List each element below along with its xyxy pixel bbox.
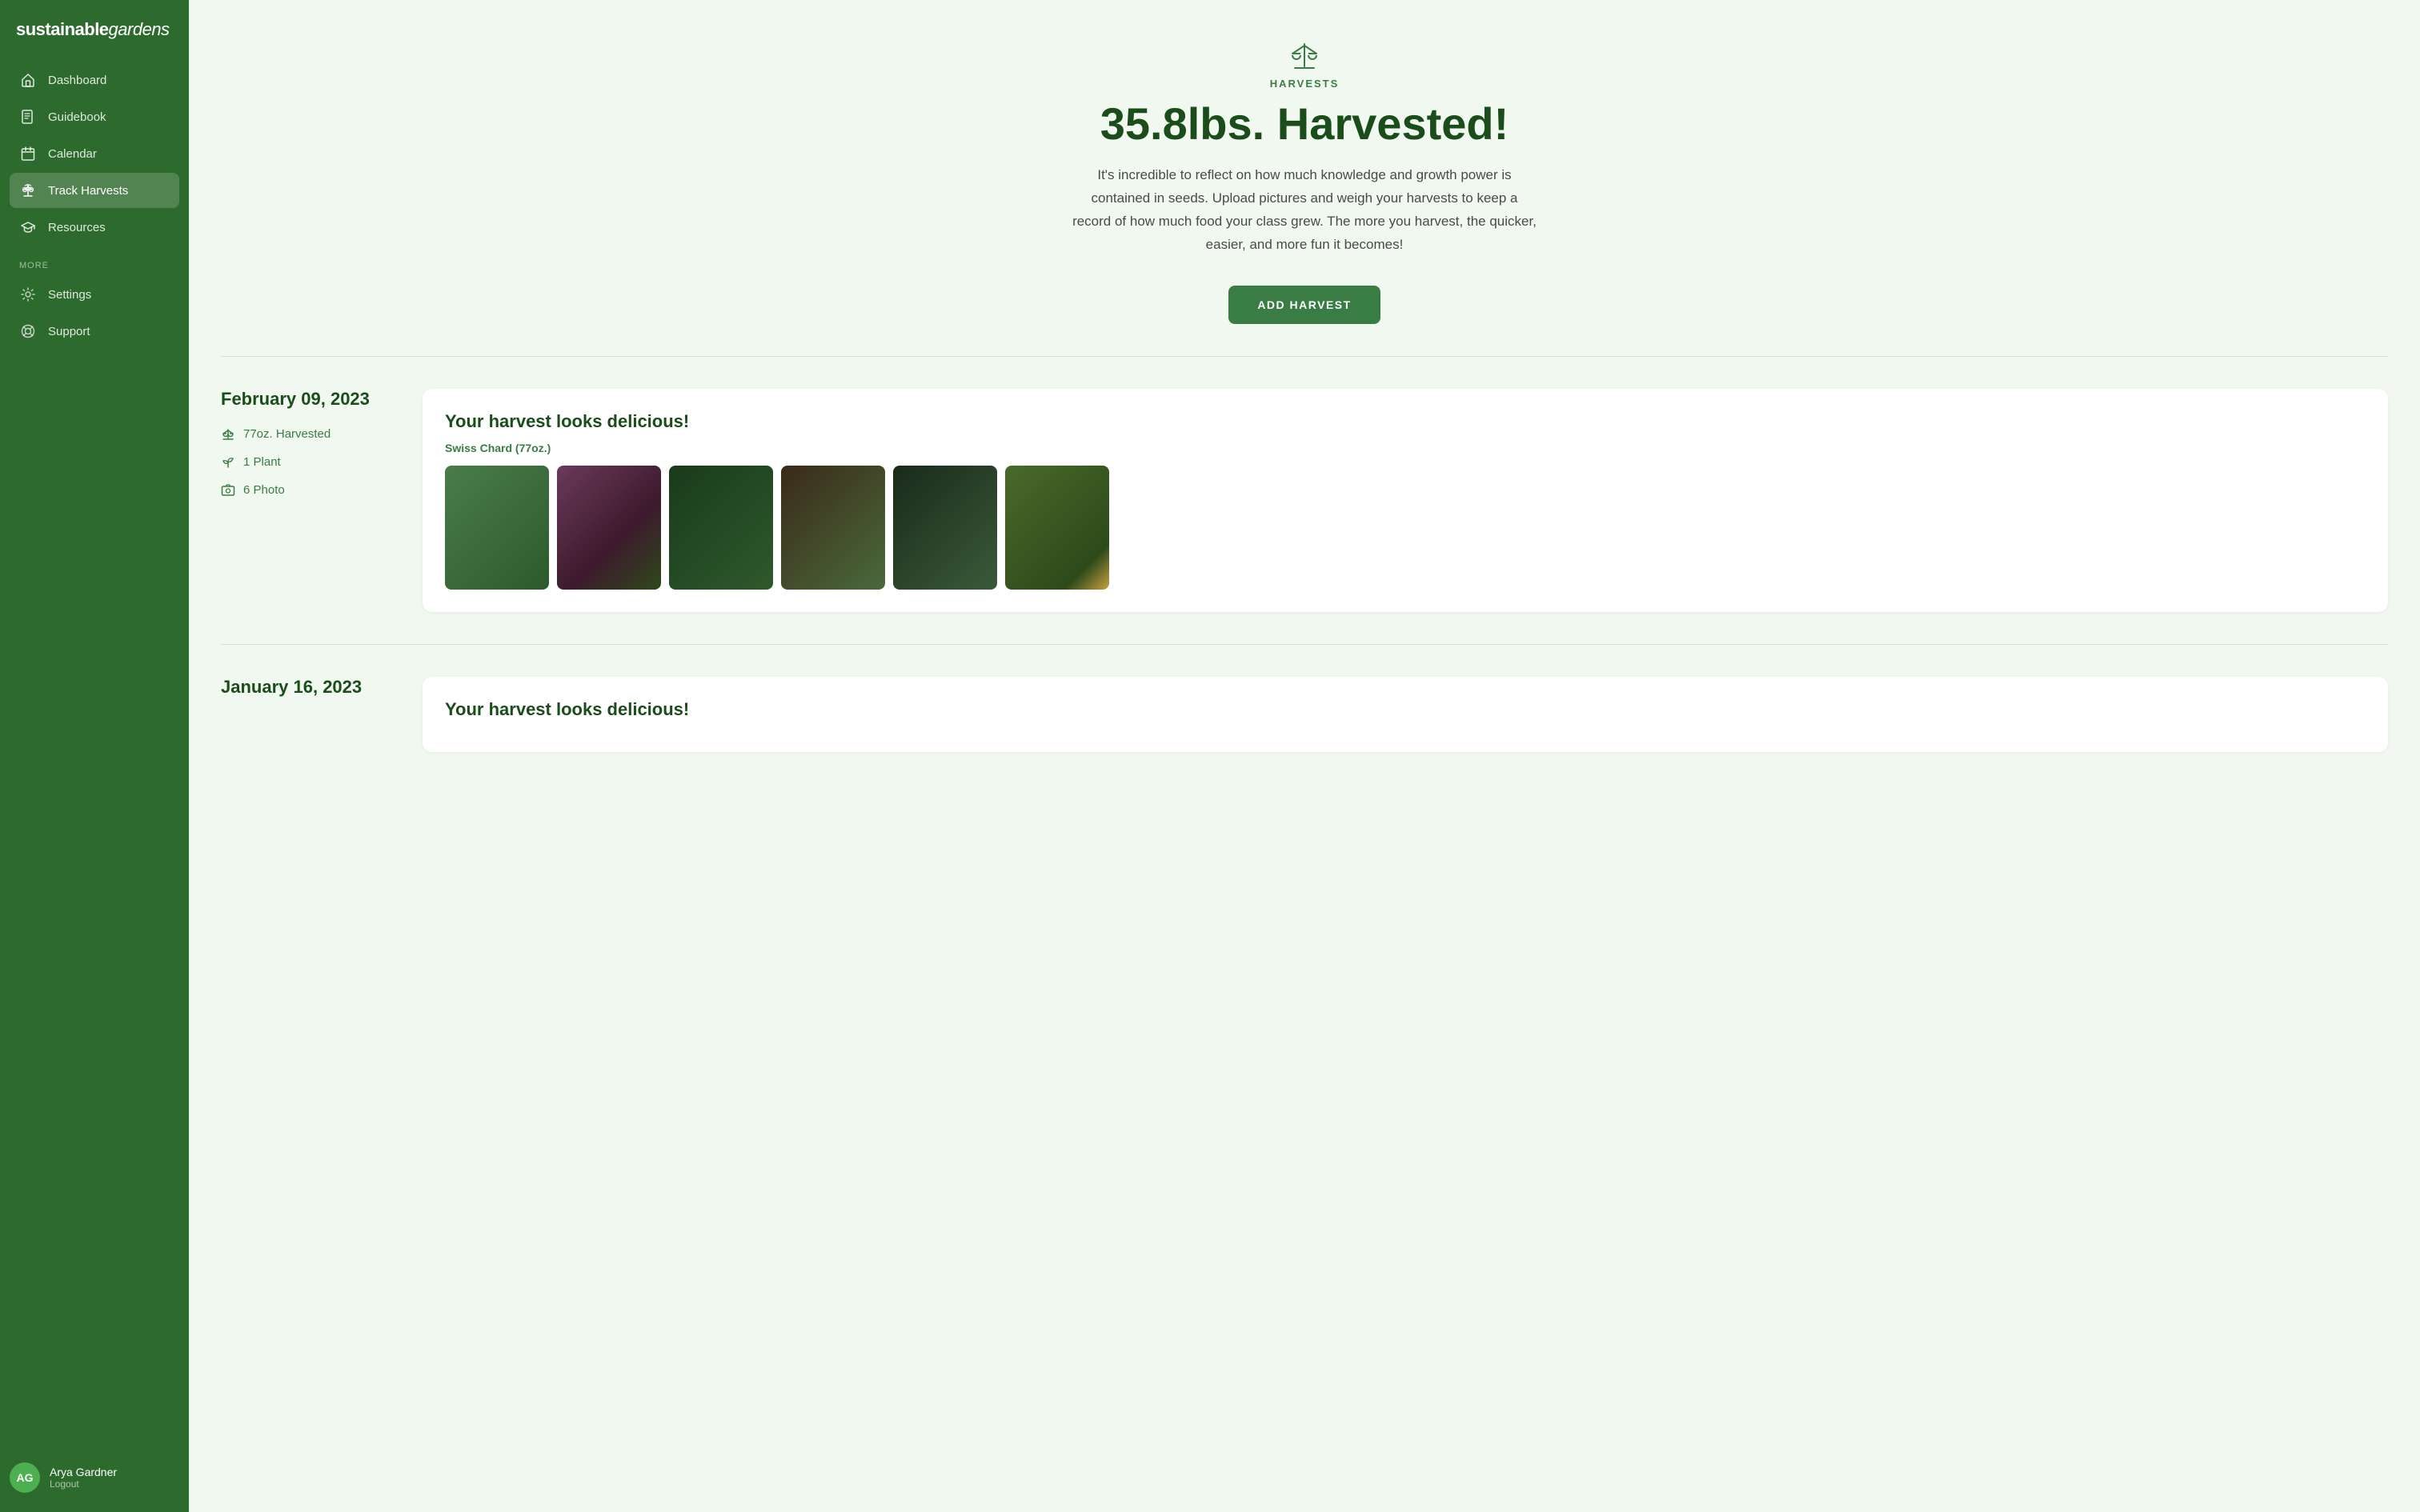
- weight-icon: [221, 426, 235, 442]
- harvest-photo[interactable]: [669, 466, 773, 590]
- sidebar-item-track-harvests[interactable]: Track Harvests: [10, 173, 179, 208]
- harvest-plants: 1 Plant: [243, 455, 281, 469]
- harvest-entry: February 09, 2023 77oz. Harvested: [221, 357, 2388, 645]
- sidebar-item-calendar[interactable]: Calendar: [10, 136, 179, 171]
- harvest-entry: January 16, 2023 Your harvest looks deli…: [221, 645, 2388, 784]
- avatar: AG: [10, 1462, 40, 1493]
- sidebar-item-support[interactable]: Support: [10, 314, 179, 349]
- harvest-weight: 77oz. Harvested: [243, 427, 331, 441]
- harvest-photo[interactable]: [1005, 466, 1109, 590]
- hero-description: It's incredible to reflect on how much k…: [1072, 164, 1537, 257]
- app-logo: sustainablegardens: [0, 0, 189, 62]
- harvest-date: February 09, 2023: [221, 389, 397, 410]
- more-section-label: MORE: [10, 246, 179, 277]
- sidebar-item-label: Guidebook: [48, 110, 106, 124]
- harvest-photo[interactable]: [893, 466, 997, 590]
- sidebar-item-guidebook[interactable]: Guidebook: [10, 99, 179, 134]
- logo-italic: gardens: [109, 19, 170, 39]
- lifering-icon: [19, 322, 37, 340]
- photos-grid: [445, 466, 2366, 590]
- harvest-photos: 6 Photo: [243, 483, 285, 497]
- sidebar-item-label: Track Harvests: [48, 184, 128, 198]
- sidebar-item-label: Settings: [48, 288, 91, 302]
- harvest-date: January 16, 2023: [221, 677, 397, 698]
- photo-icon: [221, 482, 235, 498]
- home-icon: [19, 71, 37, 89]
- card-title: Your harvest looks delicious!: [445, 699, 2366, 720]
- hero-title: 35.8lbs. Harvested!: [221, 99, 2388, 149]
- sidebar-item-dashboard[interactable]: Dashboard: [10, 62, 179, 98]
- harvest-meta: February 09, 2023 77oz. Harvested: [221, 389, 397, 612]
- logo-bold: sustainable: [16, 19, 109, 39]
- harvest-plants-stat: 1 Plant: [221, 454, 397, 470]
- harvest-meta: January 16, 2023: [221, 677, 397, 752]
- sidebar-item-label: Support: [48, 325, 90, 338]
- sidebar-footer: AG Arya Gardner Logout: [0, 1450, 189, 1512]
- add-harvest-button[interactable]: ADD HARVEST: [1228, 286, 1380, 324]
- harvest-card: Your harvest looks delicious!: [423, 677, 2388, 752]
- harvests-icon: [221, 38, 2388, 71]
- sidebar-item-resources[interactable]: Resources: [10, 210, 179, 245]
- mortarboard-icon: [19, 218, 37, 236]
- harvest-photo[interactable]: [781, 466, 885, 590]
- logout-link[interactable]: Logout: [50, 1478, 117, 1490]
- sidebar-item-label: Dashboard: [48, 74, 106, 87]
- gear-icon: [19, 286, 37, 303]
- harvest-photos-stat: 6 Photo: [221, 482, 397, 498]
- sidebar-item-label: Calendar: [48, 147, 97, 161]
- harvest-card: Your harvest looks delicious! Swiss Char…: [423, 389, 2388, 612]
- sidebar-item-settings[interactable]: Settings: [10, 277, 179, 312]
- calendar-icon: [19, 145, 37, 162]
- main-content: HARVESTS 35.8lbs. Harvested! It's incred…: [189, 0, 2420, 1512]
- card-title: Your harvest looks delicious!: [445, 411, 2366, 432]
- user-name: Arya Gardner: [50, 1466, 117, 1478]
- main-nav: Dashboard Guidebook Calendar: [0, 62, 189, 1450]
- sidebar-item-label: Resources: [48, 221, 106, 234]
- harvest-entries-list: February 09, 2023 77oz. Harvested: [189, 357, 2420, 816]
- section-label: HARVESTS: [221, 78, 2388, 90]
- plant-tag: Swiss Chard (77oz.): [445, 442, 2366, 454]
- scale-icon: [19, 182, 37, 199]
- harvest-weight-stat: 77oz. Harvested: [221, 426, 397, 442]
- harvest-photo[interactable]: [557, 466, 661, 590]
- book-icon: [19, 108, 37, 126]
- harvest-photo[interactable]: [445, 466, 549, 590]
- plant-icon: [221, 454, 235, 470]
- sidebar: sustainablegardens Dashboard Guidebook: [0, 0, 189, 1512]
- hero-section: HARVESTS 35.8lbs. Harvested! It's incred…: [189, 0, 2420, 356]
